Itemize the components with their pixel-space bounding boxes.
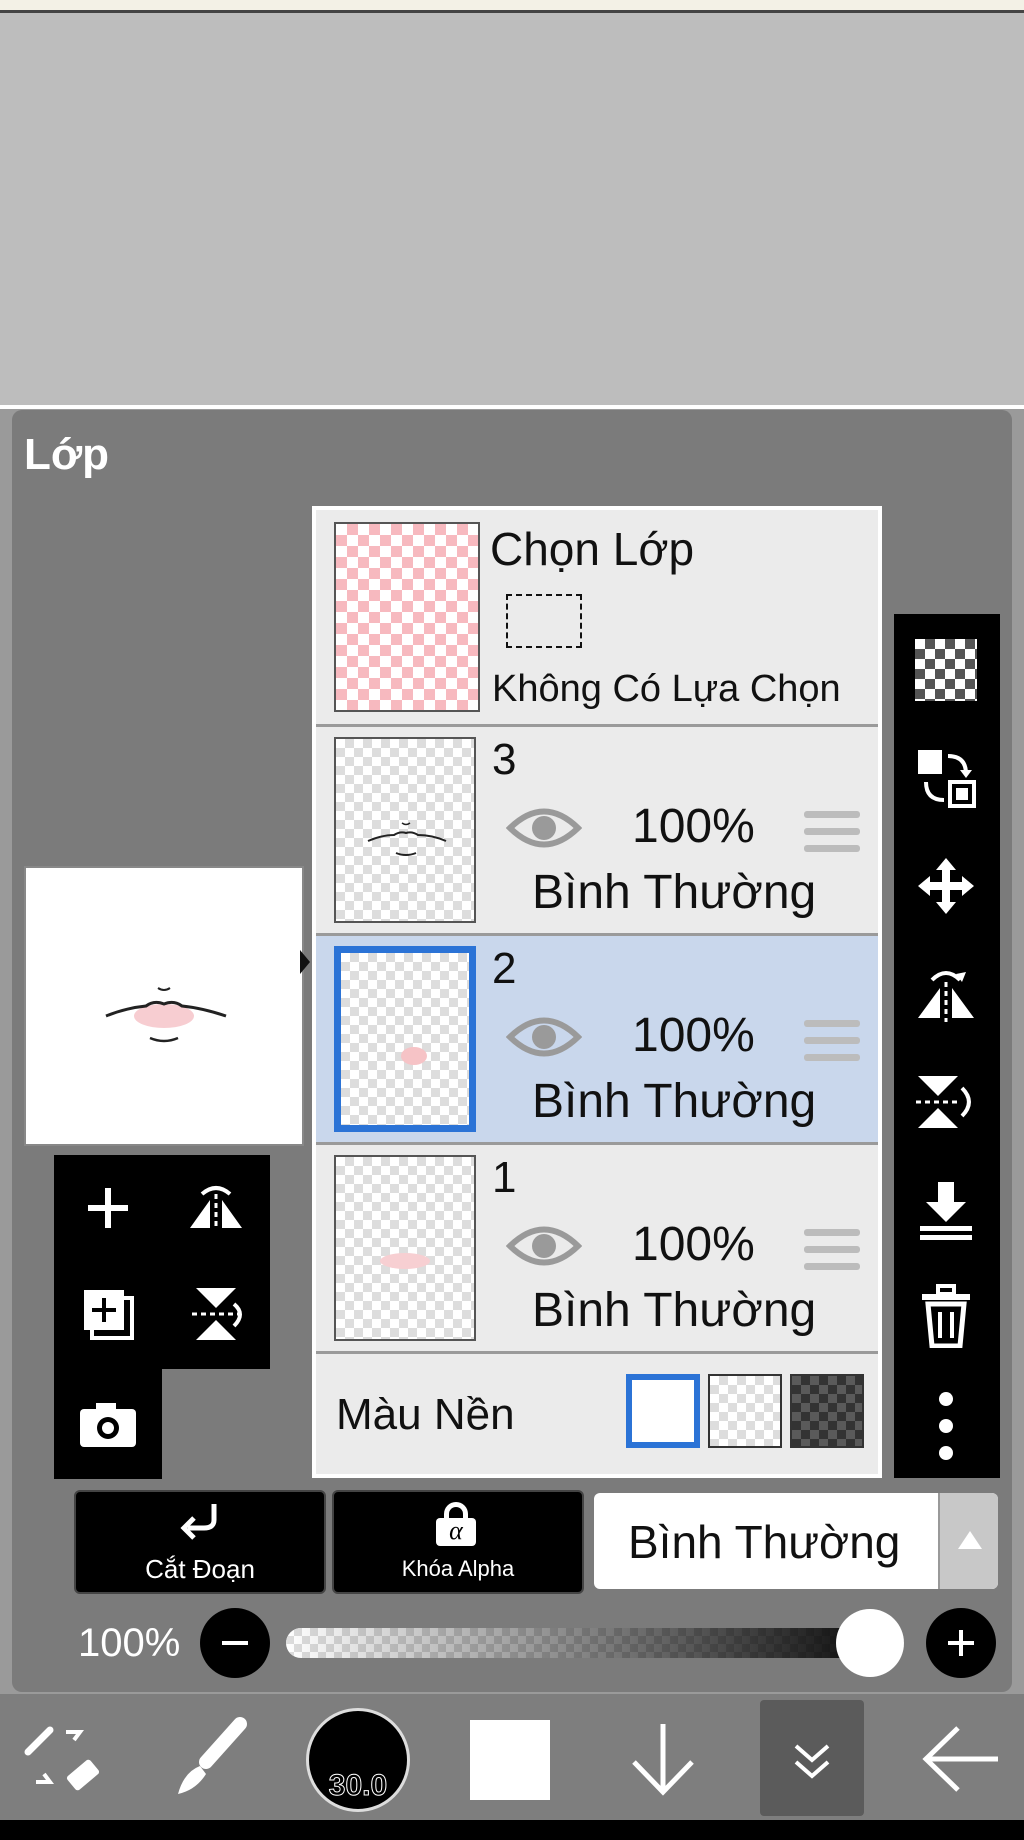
bg-white-option[interactable] (626, 1374, 700, 1448)
swap-icon[interactable] (900, 728, 992, 828)
selection-title: Chọn Lớp (490, 523, 695, 575)
selection-layer-row[interactable]: Chọn Lớp Không Có Lựa Chọn (316, 510, 878, 727)
alpha-lock-button[interactable]: α Khóa Alpha (332, 1490, 584, 1594)
blend-mode-toggle[interactable] (938, 1493, 998, 1589)
blend-mode-select[interactable]: Bình Thường (594, 1493, 998, 1589)
background-label: Màu Nền (336, 1390, 515, 1439)
layer-1-blush (380, 1253, 430, 1269)
color-swatch[interactable] (470, 1720, 550, 1800)
panel-title: Lớp (24, 430, 110, 479)
layer-thumb (334, 737, 476, 923)
flip-horizontal-icon[interactable] (900, 944, 992, 1044)
opacity-plus-button[interactable] (926, 1608, 996, 1678)
preview-pointer (300, 950, 310, 974)
layer-opacity: 100% (632, 1218, 755, 1271)
layer-2-blush (401, 1047, 427, 1065)
layer-number: 3 (492, 735, 517, 784)
checker-icon[interactable] (900, 620, 992, 720)
layer-list: Chọn Lớp Không Có Lựa Chọn 3 100% Bình T… (312, 506, 882, 1478)
visibility-eye-icon[interactable] (506, 1012, 582, 1062)
layer-row-2[interactable]: 2 100% Bình Thường (316, 936, 878, 1145)
blend-mode-value: Bình Thường (628, 1516, 901, 1568)
selection-thumb (334, 522, 480, 712)
layer-number: 1 (492, 1153, 517, 1202)
marquee-icon (506, 594, 582, 648)
visibility-eye-icon[interactable] (506, 803, 582, 853)
background-color-row: Màu Nền (316, 1354, 878, 1474)
add-layer-icon[interactable] (64, 1158, 152, 1258)
layer-blend-mode: Bình Thường (532, 1284, 817, 1337)
opacity-minus-button[interactable] (200, 1608, 270, 1678)
brush-size-value: 30.0 (328, 1769, 388, 1803)
add-copy-icon[interactable] (64, 1264, 152, 1364)
merge-down-icon[interactable] (900, 1160, 992, 1260)
alpha-symbol: α (449, 1516, 463, 1545)
visibility-eye-icon[interactable] (506, 1221, 582, 1271)
layer-blend-mode: Bình Thường (532, 1075, 817, 1128)
nav-bar (0, 1820, 1024, 1840)
layer-blend-mode: Bình Thường (532, 866, 817, 919)
plus-icon (948, 1630, 974, 1656)
down-arrow-icon[interactable] (620, 1716, 706, 1802)
triangle-up-icon (958, 1531, 982, 1549)
layer-row-3[interactable]: 3 100% Bình Thường (316, 727, 878, 936)
layer-opacity: 100% (632, 1009, 755, 1062)
layer-opacity: 100% (632, 800, 755, 853)
alpha-lock-label: Khóa Alpha (401, 1556, 515, 1581)
canvas-area[interactable] (0, 13, 1024, 405)
flip-vertical-icon[interactable] (900, 1052, 992, 1152)
drag-handle-icon[interactable] (804, 1020, 860, 1071)
opacity-label: 100% (78, 1621, 181, 1665)
flip-h-icon[interactable] (172, 1158, 260, 1258)
bg-dark-option[interactable] (790, 1374, 864, 1448)
clipping-icon (180, 1504, 217, 1540)
layer-thumb (334, 946, 476, 1132)
bg-transparent-option[interactable] (708, 1374, 782, 1448)
camera-icon[interactable] (64, 1374, 152, 1474)
more-icon[interactable] (900, 1376, 992, 1476)
canvas-preview[interactable] (24, 866, 304, 1146)
brush-size-button[interactable]: 30.0 (306, 1708, 410, 1812)
checker-swatch (915, 639, 977, 701)
alpha-lock-icon: α (436, 1502, 476, 1546)
clipping-label: Cắt Đoạn (145, 1554, 255, 1584)
clipping-button[interactable]: Cắt Đoạn (74, 1490, 326, 1594)
layer-number: 2 (492, 944, 517, 993)
flip-v-icon[interactable] (172, 1264, 260, 1364)
lips-sketch (105, 987, 227, 1043)
opacity-slider-track[interactable] (286, 1628, 904, 1658)
selection-subtitle: Không Có Lựa Chọn (492, 668, 841, 710)
layer-3-sketch (367, 822, 447, 856)
brush-icon[interactable] (166, 1716, 252, 1802)
trash-icon[interactable] (900, 1266, 992, 1366)
tool-switch-icon[interactable] (20, 1716, 106, 1802)
minus-icon (222, 1641, 248, 1645)
opacity-slider-thumb[interactable] (836, 1609, 904, 1677)
back-arrow-icon[interactable] (918, 1716, 1004, 1802)
collapse-icon[interactable] (760, 1700, 864, 1816)
drag-handle-icon[interactable] (804, 1229, 860, 1280)
slider-gradient (286, 1628, 904, 1658)
drag-handle-icon[interactable] (804, 811, 860, 862)
layer-row-1[interactable]: 1 100% Bình Thường (316, 1145, 878, 1354)
layer-thumb (334, 1155, 476, 1341)
move-icon[interactable] (900, 836, 992, 936)
status-strip (0, 0, 1024, 13)
